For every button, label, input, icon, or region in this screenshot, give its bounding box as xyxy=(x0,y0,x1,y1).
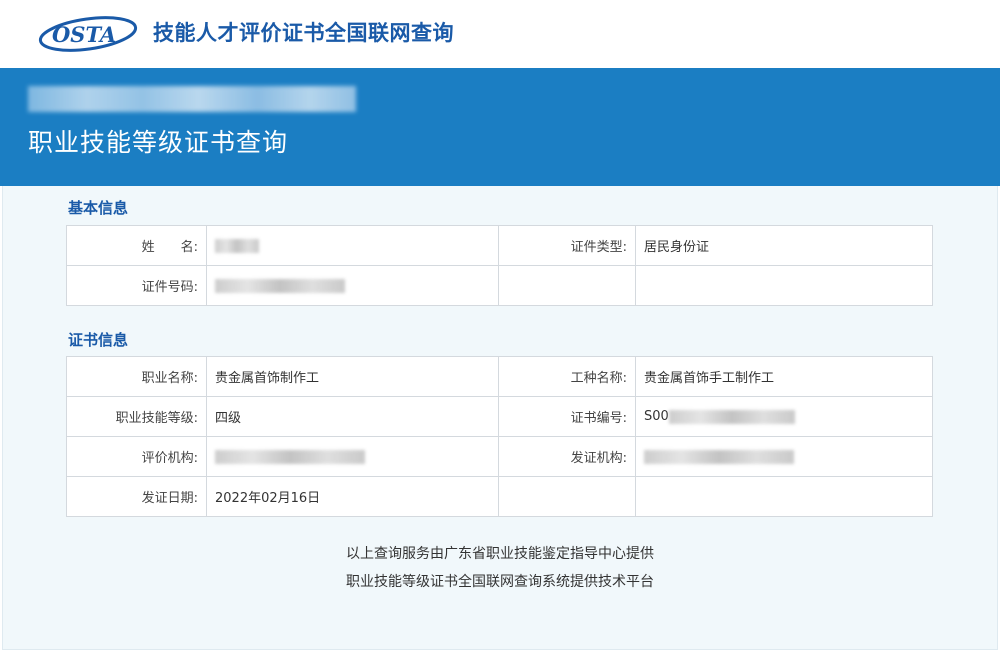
redacted-banner-text xyxy=(28,86,356,112)
redacted-cert-number xyxy=(668,409,795,424)
footer-line-platform: 职业技能等级证书全国联网查询系统提供技术平台 xyxy=(346,574,654,590)
evaluation-org-label: 评价机构: xyxy=(66,436,207,477)
occupation-value: 贵金属首饰制作工 xyxy=(206,356,499,397)
table-row: 姓 名: 证件类型: 居民身份证 xyxy=(66,225,933,266)
name-value xyxy=(206,225,499,266)
skill-level-label: 职业技能等级: xyxy=(66,396,207,437)
id-type-value: 居民身份证 xyxy=(635,225,933,266)
name-label: 姓 名: xyxy=(66,225,207,266)
svg-text:OSTA: OSTA xyxy=(52,22,116,47)
id-number-label: 证件号码: xyxy=(66,265,207,306)
empty-label xyxy=(498,476,636,517)
table-row: 职业技能等级: 四级 证书编号: S00 xyxy=(66,396,933,437)
page-title: 职业技能等级证书查询 xyxy=(28,128,289,157)
table-row: 证件号码: xyxy=(66,265,933,306)
cert-number-value: S00 xyxy=(635,396,933,437)
cert-number-label: 证书编号: xyxy=(498,396,636,437)
table-row: 评价机构: 发证机构: xyxy=(66,436,933,477)
occupation-label: 职业名称: xyxy=(66,356,207,397)
cert-info-table: 职业名称: 贵金属首饰制作工 工种名称: 贵金属首饰手工制作工 职业技能等级: … xyxy=(66,356,933,517)
footer-line-provider: 以上查询服务由广东省职业技能鉴定指导中心提供 xyxy=(346,546,654,562)
table-row: 职业名称: 贵金属首饰制作工 工种名称: 贵金属首饰手工制作工 xyxy=(66,356,933,397)
redacted-id-number xyxy=(215,278,345,293)
job-type-label: 工种名称: xyxy=(498,356,636,397)
issue-date-value: 2022年02月16日 xyxy=(206,476,499,517)
basic-info-table: 姓 名: 证件类型: 居民身份证 证件号码: xyxy=(66,225,933,306)
empty-value xyxy=(635,265,933,306)
redacted-evaluation-org xyxy=(215,449,365,464)
footer-notice: 以上查询服务由广东省职业技能鉴定指导中心提供 职业技能等级证书全国联网查询系统提… xyxy=(0,540,1000,596)
table-row: 发证日期: 2022年02月16日 xyxy=(66,476,933,517)
top-header: OSTA 技能人才评价证书全国联网查询 xyxy=(0,0,1000,68)
osta-logo: OSTA xyxy=(38,16,138,52)
cert-number-prefix: S00 xyxy=(644,409,669,424)
evaluation-org-value xyxy=(206,436,499,477)
skill-level-value: 四级 xyxy=(206,396,499,437)
job-type-value: 贵金属首饰手工制作工 xyxy=(635,356,933,397)
redacted-issuing-org xyxy=(644,449,794,464)
issuing-org-value xyxy=(635,436,933,477)
id-number-value xyxy=(206,265,499,306)
id-type-label: 证件类型: xyxy=(498,225,636,266)
empty-value xyxy=(635,476,933,517)
redacted-name xyxy=(215,238,259,253)
site-title: 技能人才评价证书全国联网查询 xyxy=(153,21,454,45)
empty-label xyxy=(498,265,636,306)
basic-info-heading: 基本信息 xyxy=(68,199,129,217)
issuing-org-label: 发证机构: xyxy=(498,436,636,477)
cert-info-heading: 证书信息 xyxy=(68,331,129,349)
page-banner: 职业技能等级证书查询 xyxy=(0,68,1000,186)
issue-date-label: 发证日期: xyxy=(66,476,207,517)
